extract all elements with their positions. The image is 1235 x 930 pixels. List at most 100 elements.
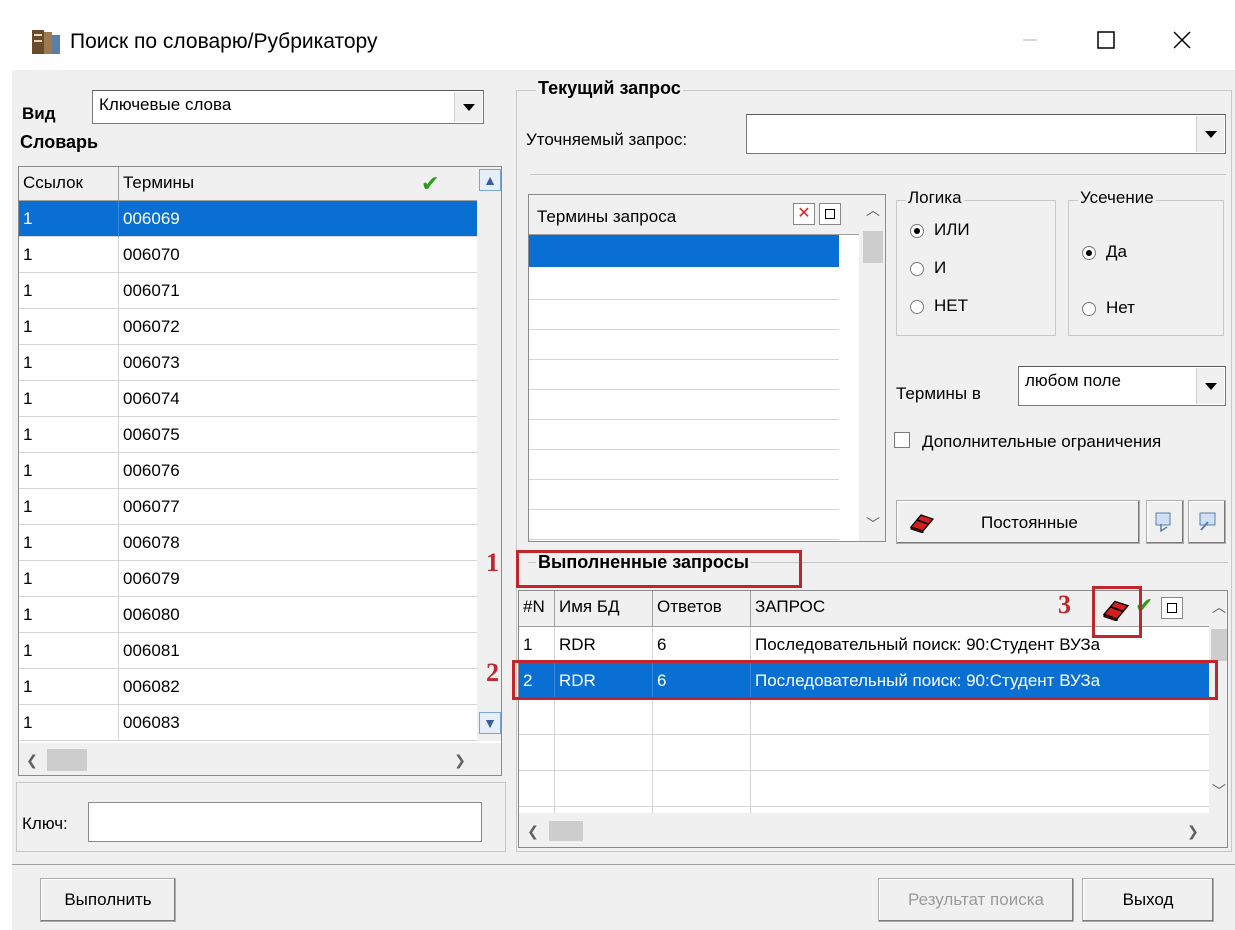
separator (530, 174, 1226, 175)
logic-radio-1[interactable] (910, 262, 924, 276)
empty-row-line (519, 770, 1209, 771)
refs-cell: 1 (19, 345, 119, 381)
table-row[interactable]: 1 006079 (19, 561, 477, 597)
refs-cell: 1 (19, 705, 119, 741)
truncation-radio-1[interactable] (1082, 302, 1096, 316)
horizontal-scrollbar[interactable]: ❮ ❯ (519, 813, 1227, 847)
term-cell: 006073 (123, 353, 180, 372)
terms-in-select[interactable]: любом поле (1018, 366, 1226, 406)
term-cell: 006076 (123, 461, 180, 480)
refs-cell: 1 (19, 669, 119, 705)
empty-row-line (529, 299, 839, 300)
table-row[interactable]: 1 006080 (19, 597, 477, 633)
dictionary-label: Словарь (18, 132, 101, 153)
exit-button[interactable]: Выход (1082, 878, 1214, 922)
save-query-button[interactable] (1188, 500, 1226, 544)
term-cell: 006072 (123, 317, 180, 336)
truncation-group (1068, 200, 1224, 336)
scroll-right-icon[interactable]: ❯ (449, 749, 471, 771)
scroll-up-icon[interactable]: ︿ (862, 199, 884, 221)
checkmark-icon[interactable]: ✔ (421, 171, 439, 197)
term-cell: 006071 (123, 281, 180, 300)
refine-label: Уточняемый запрос: (526, 130, 688, 149)
table-row[interactable]: 1 006081 (19, 633, 477, 669)
column-header-db[interactable]: Имя БД (555, 591, 653, 627)
scroll-left-icon[interactable]: ❮ (21, 749, 43, 771)
table-row[interactable]: 1 006078 (19, 525, 477, 561)
chevron-down-icon[interactable] (1196, 368, 1224, 404)
key-input[interactable] (88, 802, 482, 842)
minimize-button[interactable] (1000, 18, 1060, 62)
permanent-label: Постоянные (981, 513, 1078, 532)
chevron-down-icon[interactable] (454, 92, 482, 122)
empty-row-line (529, 449, 839, 450)
search-result-button[interactable]: Результат поиска (878, 878, 1074, 922)
extra-restrictions-checkbox[interactable] (894, 432, 910, 448)
empty-row-line (529, 479, 839, 480)
term-cell: 006079 (123, 569, 180, 588)
empty-row-line (529, 359, 839, 360)
selected-term-row[interactable] (529, 235, 839, 267)
table-row[interactable]: 1 006076 (19, 453, 477, 489)
table-row[interactable]: 1 006082 (19, 669, 477, 705)
logic-radio-0[interactable] (910, 224, 924, 238)
annotation-box-3 (1092, 586, 1142, 638)
scroll-up-icon[interactable]: ︿ (1209, 597, 1227, 617)
refs-cell: 1 (19, 489, 119, 525)
scroll-down-icon[interactable]: ▼ (479, 712, 501, 734)
permanent-button[interactable]: Постоянные (896, 500, 1140, 544)
scroll-thumb[interactable] (47, 749, 87, 771)
vertical-scrollbar[interactable]: ▲ ▼ (477, 167, 501, 741)
table-row[interactable]: 1 006072 (19, 309, 477, 345)
table-row[interactable]: 1 006069 (19, 201, 477, 237)
view-select[interactable]: Ключевые слова (92, 90, 484, 124)
scroll-thumb[interactable] (1211, 629, 1227, 661)
clear-terms-icon[interactable] (819, 203, 841, 225)
close-icon (1173, 31, 1191, 49)
table-row[interactable]: 1 006077 (19, 489, 477, 525)
table-row[interactable]: 1 006071 (19, 273, 477, 309)
dictionary-table[interactable]: Ссылок Термины ✔ 1 006069 1 006070 1 006071 1 0… (18, 166, 502, 776)
scroll-down-icon[interactable]: ﹀ (1209, 781, 1227, 801)
answers-cell: 6 (653, 627, 751, 663)
query-terms-table[interactable]: Термины запроса ✕ ︿ ﹀ (528, 194, 886, 542)
maximize-button[interactable] (1076, 18, 1136, 62)
column-header-answers[interactable]: Ответов (653, 591, 751, 627)
table-row[interactable]: 1 006075 (19, 417, 477, 453)
scroll-left-icon[interactable]: ❮ (523, 821, 543, 841)
scroll-right-icon[interactable]: ❯ (1183, 821, 1203, 841)
scroll-up-icon[interactable]: ▲ (479, 169, 501, 191)
scroll-down-icon[interactable]: ﹀ (862, 513, 884, 535)
execute-button[interactable]: Выполнить (40, 878, 176, 922)
terms-in-value: любом поле (1025, 371, 1121, 390)
table-row[interactable]: 1 006070 (19, 237, 477, 273)
maximize-icon (1097, 31, 1115, 49)
load-query-button[interactable] (1146, 500, 1184, 544)
vertical-scrollbar[interactable]: ︿ ﹀ (1209, 591, 1227, 813)
refs-cell: 1 (19, 273, 119, 309)
column-header-n[interactable]: #N (519, 591, 555, 627)
empty-row-line (529, 509, 839, 510)
scroll-thumb[interactable] (549, 821, 583, 841)
delete-term-icon[interactable]: ✕ (793, 203, 815, 225)
truncation-radio-0[interactable] (1082, 246, 1096, 260)
table-row[interactable]: 1 006083 (19, 705, 477, 741)
logic-radio-2[interactable] (910, 300, 924, 314)
horizontal-scrollbar[interactable]: ❮ ❯ (19, 743, 501, 775)
extra-restrictions-label: Дополнительные ограничения (922, 432, 1162, 451)
refine-select[interactable] (746, 114, 1226, 154)
table-row[interactable]: 1 006073 (19, 345, 477, 381)
clear-icon[interactable] (1161, 597, 1183, 619)
chevron-down-icon[interactable] (1196, 116, 1224, 152)
column-header-query[interactable]: ЗАПРОС (751, 591, 1091, 627)
table-row[interactable]: 1 006074 (19, 381, 477, 417)
scroll-thumb[interactable] (863, 231, 883, 263)
vertical-scrollbar[interactable]: ︿ ﹀ (859, 195, 885, 541)
term-cell: 006074 (123, 389, 180, 408)
refs-cell: 1 (19, 525, 119, 561)
dialog-window: Поиск по словарю/Рубрикатору Вид Ключевы… (0, 0, 1235, 930)
column-header-refs[interactable]: Ссылок (19, 167, 119, 201)
close-button[interactable] (1152, 18, 1212, 62)
column-divider (652, 699, 653, 813)
column-divider (554, 699, 555, 813)
